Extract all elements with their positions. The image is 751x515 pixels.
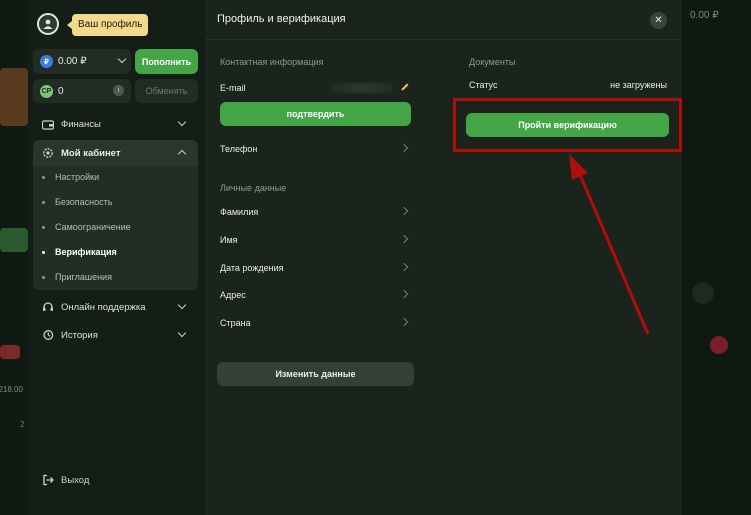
start-verification-button[interactable]: Пройти верификацию xyxy=(466,113,669,137)
personal-section-label: Личные данные xyxy=(220,183,287,193)
balance-selector[interactable]: ₽ 0.00 ₽ xyxy=(33,49,131,74)
background-icon-tile xyxy=(0,345,20,359)
edit-data-button[interactable]: Изменить данные xyxy=(217,362,414,386)
field-country-label: Страна xyxy=(220,318,251,328)
cabinet-section: Мой кабинет Настройки Безопасность Самоо… xyxy=(33,140,198,290)
chevron-right-icon xyxy=(399,143,409,153)
chevron-right-icon xyxy=(399,234,409,244)
document-status-row: Статус не загружены xyxy=(469,80,667,94)
logout-button[interactable]: Выход xyxy=(42,474,89,486)
background-right-strip xyxy=(682,0,751,515)
menu-item-history[interactable]: История xyxy=(33,322,198,348)
chevron-right-icon xyxy=(399,317,409,327)
chevron-down-icon xyxy=(177,117,187,127)
gear-icon xyxy=(42,147,54,159)
menu-item-support-label: Онлайн поддержка xyxy=(61,301,146,313)
headset-icon xyxy=(42,301,54,313)
bullet-icon xyxy=(42,200,45,204)
background-record-icon xyxy=(710,336,728,354)
field-row-lastname[interactable]: Фамилия xyxy=(220,201,411,223)
chevron-down-icon xyxy=(117,54,127,64)
chevron-right-icon xyxy=(399,262,409,272)
chevron-right-icon xyxy=(399,206,409,216)
cabinet-item-security[interactable]: Безопасность xyxy=(42,192,112,212)
background-balance: 0.00 ₽ xyxy=(690,10,719,21)
cabinet-item-self-limit-label: Самоограничение xyxy=(55,222,131,232)
profile-tooltip: Ваш профиль xyxy=(66,14,149,36)
email-value-masked xyxy=(330,83,394,93)
email-row: E-mail xyxy=(220,77,411,99)
history-icon xyxy=(42,329,54,341)
chevron-down-icon xyxy=(177,328,187,338)
cabinet-item-settings-label: Настройки xyxy=(55,172,100,182)
menu-item-history-label: История xyxy=(61,329,98,341)
cabinet-item-verification[interactable]: Верификация xyxy=(42,242,117,262)
exchange-button[interactable]: Обменять xyxy=(135,79,198,103)
chevron-down-icon xyxy=(177,300,187,310)
cabinet-item-self-limit[interactable]: Самоограничение xyxy=(42,217,131,237)
background-side-text-2: 2 xyxy=(20,420,25,429)
phone-label: Телефон xyxy=(220,144,258,154)
chevron-up-icon xyxy=(177,149,187,159)
cabinet-item-invitations[interactable]: Приглашения xyxy=(42,267,112,287)
bonus-value: 0 xyxy=(58,85,64,97)
field-row-country[interactable]: Страна xyxy=(220,312,411,334)
status-label: Статус xyxy=(469,80,498,90)
logout-icon xyxy=(42,474,54,486)
field-row-address[interactable]: Адрес xyxy=(220,284,411,306)
contact-section-label: Контактная информация xyxy=(220,57,324,67)
field-birthdate-label: Дата рождения xyxy=(220,263,284,273)
field-row-firstname[interactable]: Имя xyxy=(220,229,411,251)
email-label: E-mail xyxy=(220,83,246,93)
profile-avatar[interactable] xyxy=(37,13,59,35)
status-value: не загружены xyxy=(610,80,667,90)
bonus-balance: CP 0 i xyxy=(33,79,131,103)
balance-value: 0.00 ₽ xyxy=(58,56,87,67)
phone-row[interactable]: Телефон xyxy=(220,138,411,160)
bonus-coin-icon: CP xyxy=(40,84,53,98)
close-icon: ✕ xyxy=(654,14,663,26)
cabinet-item-security-label: Безопасность xyxy=(55,197,113,207)
bullet-icon xyxy=(42,225,45,229)
info-icon[interactable]: i xyxy=(113,85,124,96)
close-button[interactable]: ✕ xyxy=(650,12,667,29)
field-row-birthdate[interactable]: Дата рождения xyxy=(220,257,411,279)
background-green-tile xyxy=(0,228,28,252)
pencil-icon[interactable] xyxy=(400,82,410,94)
header-divider xyxy=(205,39,682,40)
background-snowflake-icon xyxy=(692,282,714,304)
menu-item-support[interactable]: Онлайн поддержка xyxy=(33,294,198,320)
field-address-label: Адрес xyxy=(220,290,246,300)
field-lastname-label: Фамилия xyxy=(220,207,259,217)
cabinet-item-settings[interactable]: Настройки xyxy=(42,167,99,187)
background-left-strip: 4218.00 2 xyxy=(0,0,28,515)
menu-item-cabinet[interactable]: Мой кабинет xyxy=(33,140,198,166)
menu-item-finance-label: Финансы xyxy=(61,118,101,130)
cabinet-item-invitations-label: Приглашения xyxy=(55,272,112,282)
wallet-icon xyxy=(42,118,54,130)
chevron-right-icon xyxy=(399,289,409,299)
bullet-icon xyxy=(42,250,45,254)
background-side-text-1: 4218.00 xyxy=(0,385,23,394)
cabinet-item-verification-label: Верификация xyxy=(55,247,117,257)
confirm-email-button[interactable]: подтвердить xyxy=(220,102,411,126)
user-icon xyxy=(43,19,53,29)
page-title: Профиль и верификация xyxy=(217,13,346,25)
bullet-icon xyxy=(42,275,45,279)
bullet-icon xyxy=(42,175,45,179)
menu-item-cabinet-label: Мой кабинет xyxy=(61,147,121,159)
documents-section-label: Документы xyxy=(469,57,516,67)
profile-panel: Профиль и верификация ✕ Контактная инфор… xyxy=(205,0,682,515)
menu-item-finance[interactable]: Финансы xyxy=(33,111,198,137)
logout-label: Выход xyxy=(61,474,90,486)
sidebar: Ваш профиль ₽ 0.00 ₽ Пополнить CP 0 i Об… xyxy=(28,0,205,515)
ruble-coin-icon: ₽ xyxy=(40,55,53,68)
topup-button[interactable]: Пополнить xyxy=(135,49,198,74)
field-firstname-label: Имя xyxy=(220,235,238,245)
background-thumbnail xyxy=(0,68,28,126)
